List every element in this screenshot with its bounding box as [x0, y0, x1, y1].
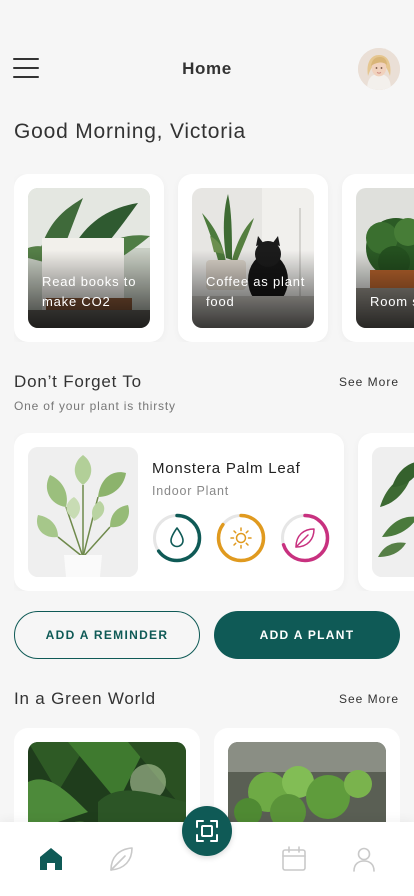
tip-card[interactable]: Coffee as plant food — [178, 174, 328, 342]
home-icon[interactable] — [36, 844, 66, 874]
tips-carousel[interactable]: Read books to make CO2 Coffee as plant f… — [14, 174, 414, 342]
leaf-icon — [295, 528, 315, 548]
top-bar: Home — [0, 44, 414, 96]
plant-reminder-card[interactable] — [358, 433, 414, 591]
tip-label: Coffee as plant food — [206, 274, 306, 309]
user-avatar[interactable] — [358, 48, 400, 90]
image-overlay — [356, 250, 414, 328]
plant-image — [372, 447, 414, 577]
plant-type: Indoor Plant — [152, 484, 230, 498]
section-subtitle-reminders: One of your plant is thirsty — [14, 399, 176, 413]
tip-card[interactable]: Read books to make CO2 — [14, 174, 164, 342]
tip-card[interactable]: Room s matter — [342, 174, 414, 342]
calendar-icon[interactable] — [279, 844, 309, 874]
plant-image — [28, 447, 138, 577]
sun-icon — [230, 527, 252, 549]
see-more-green-world-link[interactable]: See More — [339, 692, 399, 706]
plant-reminder-card[interactable]: Monstera Palm Leaf Indoor Plant — [14, 433, 344, 591]
water-status-ring[interactable] — [152, 513, 202, 563]
plant-name: Monstera Palm Leaf — [152, 460, 301, 477]
profile-icon[interactable] — [349, 844, 379, 874]
tip-image: Room s matter — [356, 188, 414, 328]
tip-label: Room s matter — [370, 294, 414, 309]
water-drop-icon — [170, 527, 184, 548]
section-title-green-world: In a Green World — [14, 689, 156, 708]
see-more-reminders-link[interactable]: See More — [339, 375, 399, 389]
nutrition-status-ring[interactable] — [280, 513, 330, 563]
greeting-heading: Good Morning, Victoria — [14, 120, 246, 143]
section-title-reminders: Don’t Forget To — [14, 372, 142, 391]
scan-icon[interactable] — [182, 806, 232, 856]
tip-image: Read books to make CO2 — [28, 188, 150, 328]
sunlight-status-ring[interactable] — [216, 513, 266, 563]
add-reminder-button[interactable]: ADD A REMINDER — [14, 611, 200, 659]
leaf-icon[interactable] — [106, 844, 136, 874]
tip-image: Coffee as plant food — [192, 188, 314, 328]
page-title: Home — [182, 59, 232, 78]
reminders-carousel[interactable]: Monstera Palm Leaf Indoor Plant — [14, 433, 414, 591]
add-plant-button[interactable]: ADD A PLANT — [214, 611, 400, 659]
tip-label: Read books to make CO2 — [42, 274, 137, 309]
home-screen: Home Good Morning, Victoria Read books t… — [0, 0, 414, 896]
